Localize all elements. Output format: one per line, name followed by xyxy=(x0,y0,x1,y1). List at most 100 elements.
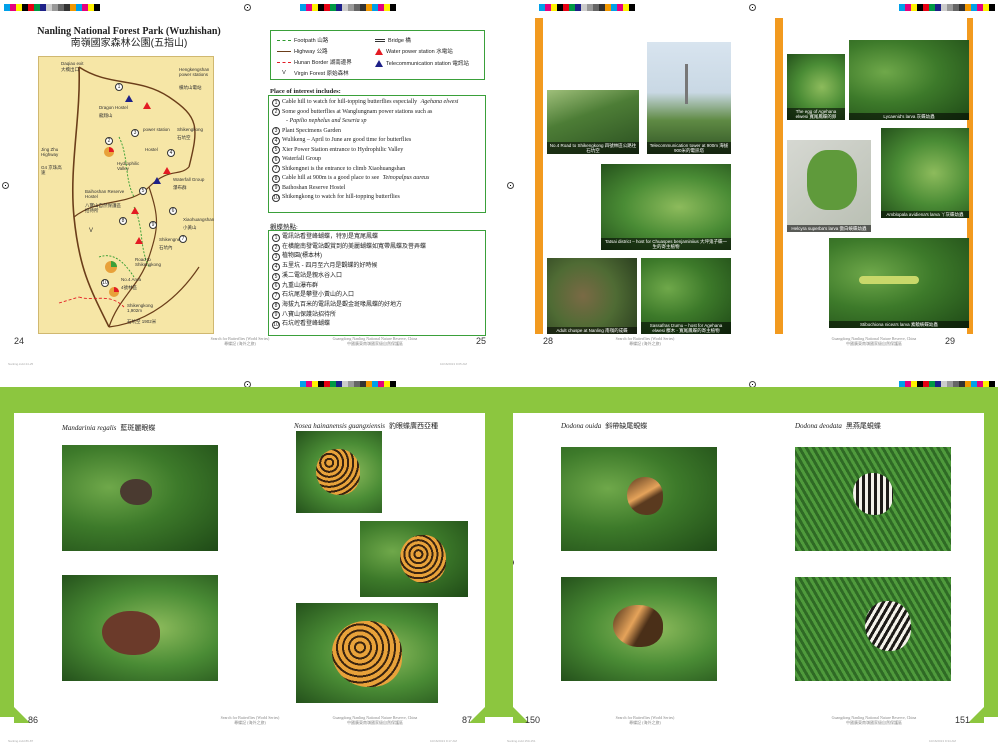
photo-adult-chuspe: Adult chuspe at Nanling 南嶺的成蝶 xyxy=(547,258,637,334)
poi-text: Cable hill to watch for hill-topping but… xyxy=(282,99,419,105)
photo-dodona-ouida-1 xyxy=(561,447,717,551)
orange-bar-right xyxy=(775,18,783,334)
poi-text: Waterfall Group xyxy=(282,156,321,162)
poi-item: 4 Wulikeng – April to June are good time … xyxy=(272,136,482,146)
poi-number: 4 xyxy=(272,136,280,145)
poi-number: 8 xyxy=(272,174,280,183)
green-header-band xyxy=(499,387,998,413)
photo-mandarinia-1 xyxy=(62,445,218,551)
caption: Telecommunication tower at 900m 海拔900米的電… xyxy=(647,142,731,154)
poi-list: 1 Cable hill to watch for hill-topping bu… xyxy=(268,95,486,213)
cn-poi-item: 7 石坑尾是攀登小黃山的入口 xyxy=(272,291,482,301)
cn-poi-text: 八寶山保護站招待所 xyxy=(282,311,337,318)
label-no4-area: No.4 Area xyxy=(121,277,142,282)
slug-right: 10/16/2013 9:17 AM xyxy=(430,739,457,743)
footer-left: Search for Butterflies (World Series) 尋蝶… xyxy=(180,336,300,346)
poi-text: Baihoshan Reserve Hostel xyxy=(282,184,346,191)
poi-italic: Papilio nephelus and Seseria sp xyxy=(289,118,367,124)
species-cn-right: 黑燕尾蜆蝶 xyxy=(845,423,881,430)
cn-poi-item: 3 植物園(標本林) xyxy=(272,252,482,262)
species-latin-left: Dodona ouida xyxy=(561,422,602,430)
poi-marker-1: 1 xyxy=(115,83,123,91)
poi-number: 10 xyxy=(272,193,280,202)
label-dragon-hostel: Dragon Hostel xyxy=(99,105,128,110)
photo-tatsai-district: Tatsai district – host for Chuaspes benj… xyxy=(601,164,731,250)
poi-marker-3: 3 xyxy=(131,129,139,137)
green-side-left xyxy=(499,387,513,717)
poi-item-sub: - Papilio nephelus and Seseria sp xyxy=(272,117,482,127)
cn-poi-text: 石坑崆看登峰蝴蝶 xyxy=(282,321,331,328)
butterfly-icon xyxy=(613,605,663,647)
poi-text: Plant Specimens Garden xyxy=(282,127,341,134)
water-power-icon xyxy=(375,47,383,55)
photo-no4-road: No.4 Road to Shikengkong 四號林區公路往石坑空 xyxy=(547,90,639,154)
cn-poi-number: 4 xyxy=(272,262,280,271)
cn-poi-text: 在橫龍南發電站觀賞到的美麗蝴蝶如寬帶鳳蝶及菩弄蝶 xyxy=(282,243,427,250)
poi-marker-2: 2 xyxy=(105,137,113,145)
poi-marker-8: 8 xyxy=(119,217,127,225)
poi-item: 8 Cable hill at 900m is a good place to s… xyxy=(272,174,482,184)
cn-poi-text: 海拔九百米的電訊站是觀金斑喙鳳蝶的好地方 xyxy=(282,301,403,308)
caption: No.4 Road to Shikengkong 四號林區公路往石坑空 xyxy=(547,142,639,154)
page-number-150: 150 xyxy=(525,715,541,725)
species-name-left: Dodona ouida 斜帶缺尾蜆蝶 xyxy=(561,421,647,431)
photo-egg-agehana: The egg of Agehana elwesi 寬尾鳳蝶的卵 xyxy=(787,54,845,120)
poi-text: Cable hill at 900m is a good place to se… xyxy=(282,175,381,181)
photo-sassafras: Sassafras tzumu – host for Agehana elwes… xyxy=(641,258,731,334)
photo-amblopala-larva: Amblopala avidiena's larva 丫灰蝶幼蟲 xyxy=(881,128,969,218)
butterfly-icon xyxy=(316,449,360,495)
legend-virgin-forest: V Virgin Forest 原始森林 xyxy=(277,69,348,77)
label-shikengnei-cn: 石坑內 xyxy=(159,245,173,250)
caption: The egg of Agehana elwesi 寬尾鳳蝶的卵 xyxy=(787,108,845,120)
poi-italic: Teinopalpus aureus xyxy=(382,175,430,181)
legend-telecom: Telecommunication station 電訊站 xyxy=(375,59,469,67)
photo-nosea-2 xyxy=(360,521,468,597)
poi-number: 2 xyxy=(272,108,280,117)
label-jing-zhu: Jing Zhu Highway xyxy=(41,147,59,157)
photo-dodona-deodata-2 xyxy=(795,577,951,681)
caption: Helcyra superba's larva 傲白蛺蝶幼蟲 xyxy=(787,225,871,232)
cn-poi-item: 10 石坑崆看登峰蝴蝶 xyxy=(272,320,482,330)
color-swatch xyxy=(94,4,100,11)
footer-right-cn: 中國廣東南嶺國家級自然保護區 xyxy=(846,341,902,346)
registration-mark xyxy=(749,4,756,11)
label-hydrophilic: Hydrophilic Valley xyxy=(117,161,140,171)
cn-poi-number: 1 xyxy=(272,233,280,242)
footer-right: Guangdong Nanling National Nature Reserv… xyxy=(799,336,949,346)
butterfly-icon xyxy=(120,479,152,505)
photo-telecom-tower: Telecommunication tower at 900m 海拔900米的電… xyxy=(647,42,731,154)
slug-left: Nanling.indd 86-87 xyxy=(8,739,34,743)
footer-right-cn: 中國廣東南嶺國家級自然保護區 xyxy=(347,720,403,725)
poi-text: Shikengkong to watch for hill-topping bu… xyxy=(282,194,400,200)
poi-item: 7 Shikengnei is the entrance to climb Xia… xyxy=(272,165,482,175)
label-hengkengshan: Hengkengshan power stations xyxy=(179,67,210,77)
legend-bridge-label: Bridge 橋 xyxy=(388,38,411,44)
species-name-right: Nosea hainanensis guangxiensis 豹眼蝶廣西亞種 xyxy=(294,421,438,431)
footer-left: Search for Butterflies (World Series) 尋蝶… xyxy=(585,336,705,346)
species-latin-left: Mandarinia regalis xyxy=(62,424,117,432)
map-roads xyxy=(58,66,200,328)
species-cn-right: 豹眼蝶廣西亞種 xyxy=(389,423,438,430)
photo-nosea-3 xyxy=(296,603,438,703)
footer-right: Guangdong Nanling National Nature Reserv… xyxy=(799,715,949,725)
footer-left: Search for Butterflies (World Series) 尋蝶… xyxy=(585,715,705,725)
caption: Tatsai district – host for Chuaspes benj… xyxy=(601,238,731,250)
cn-poi-number: 7 xyxy=(272,292,280,301)
poi-number: 9 xyxy=(272,184,280,193)
butterfly-icon xyxy=(865,601,911,651)
page-number-151: 151 xyxy=(955,715,971,725)
color-bar-left xyxy=(4,4,100,11)
species-cn-left: 藍斑麗眼蝶 xyxy=(120,425,156,432)
map-title: Nanling National Forest Park (Wuzhishan)… xyxy=(34,26,224,50)
photo-stibochiona-larva: Stibochiona nicea's larva 素饒蛺蝶幼蟲 xyxy=(829,238,969,328)
poi-item: 6 Waterfall Group xyxy=(272,155,482,165)
map-title-cn: 南嶺國家森林公園(五指山) xyxy=(70,38,188,49)
photo-lycaenid-larva: Lycaenid's larva 灰蝶幼蟲 xyxy=(849,40,969,120)
cn-poi-number: 2 xyxy=(272,243,280,252)
footer-left-cn: 尋蝶記 (海外之旅) xyxy=(629,720,661,725)
telecom-icon xyxy=(375,59,383,67)
color-bar-left xyxy=(539,4,635,11)
footer-right: Guangdong Nanling National Nature Reserv… xyxy=(300,336,450,346)
footer-right-cn: 中國廣東南嶺國家級自然保護區 xyxy=(846,720,902,725)
label-daqiao-exit: Daqiao exit xyxy=(61,61,84,66)
